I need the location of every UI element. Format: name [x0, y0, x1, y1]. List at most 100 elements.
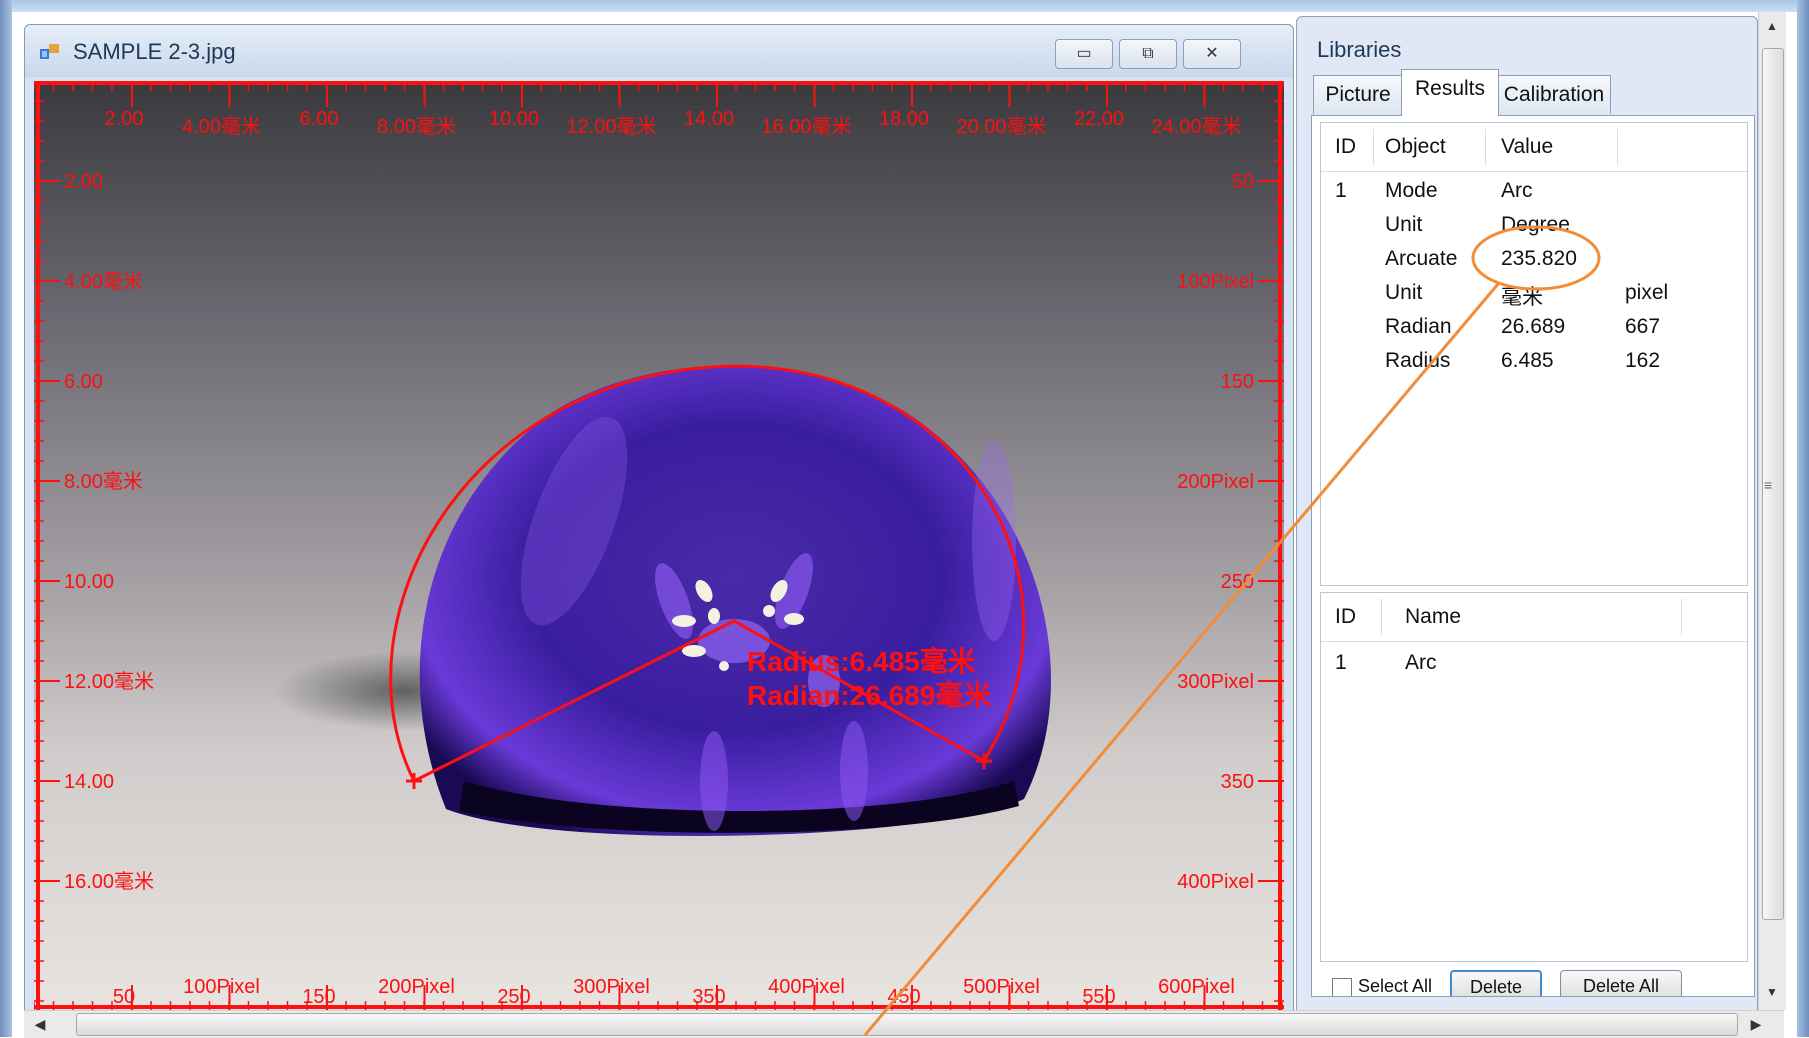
results-grid-header: ID Object Value — [1321, 123, 1747, 172]
select-all-checkbox[interactable] — [1332, 978, 1352, 996]
ruler-bottom-tick-label: 450 — [887, 986, 920, 1008]
result-object: Unit — [1385, 281, 1423, 304]
desktop-frame-left — [0, 0, 12, 1037]
ruler-bottom-tick-label: 200Pixel — [378, 976, 455, 998]
objects-grid-header: ID Name — [1321, 593, 1747, 642]
ruler-top-tick-label: 4.00毫米 — [182, 115, 261, 138]
radius-measure-label: Radius:6.485毫米 — [747, 645, 976, 677]
ruler-left-tick-label: 14.00 — [64, 771, 114, 793]
scroll-left-icon[interactable]: ◀ — [30, 1013, 50, 1035]
delete-all-button[interactable]: Delete All — [1560, 970, 1682, 996]
restore-button[interactable]: ⧉ — [1119, 39, 1177, 69]
close-button[interactable]: ✕ — [1183, 39, 1241, 69]
objects-grid[interactable]: ID Name 1 Arc — [1320, 592, 1748, 962]
ruler-left-tick-label: 16.00毫米 — [64, 870, 154, 893]
scroll-right-icon[interactable]: ▶ — [1746, 1013, 1766, 1035]
grip-icon: ≡ — [1764, 477, 1773, 493]
result-object: Mode — [1385, 179, 1438, 202]
ruler-bottom-tick-label: 100Pixel — [183, 976, 260, 998]
ruler-right-tick-label: 200Pixel — [1177, 471, 1254, 493]
object-id: 1 — [1335, 651, 1347, 674]
ruler-top-tick-label: 18.00 — [879, 108, 929, 130]
minimize-button[interactable]: ▭ — [1055, 39, 1113, 69]
horizontal-scrollbar[interactable]: ◀ ▶ — [24, 1010, 1784, 1038]
result-extra: 162 — [1625, 349, 1661, 372]
image-canvas[interactable]: Radius:6.485毫米 Radian:26.689毫米 2.00 4.00毫… — [34, 81, 1284, 1011]
ruler-right-tick-label: 300Pixel — [1177, 671, 1254, 693]
radian-measure-label: Radian:26.689毫米 — [747, 679, 991, 711]
ruler-right-tick-label: 100Pixel — [1177, 271, 1254, 293]
ruler-left-tick-label: 8.00毫米 — [64, 470, 143, 493]
image-window-titlebar[interactable]: SAMPLE 2-3.jpg ▭ ⧉ ✕ — [25, 25, 1293, 77]
ruler-bottom-tick-label: 500Pixel — [963, 976, 1040, 998]
ruler-bottom-tick-label: 250 — [497, 986, 530, 1008]
column-header-id[interactable]: ID — [1335, 605, 1356, 629]
ruler-top-tick-label: 2.00 — [105, 108, 144, 130]
tab-results[interactable]: Results — [1401, 69, 1499, 116]
tab-picture[interactable]: Picture — [1313, 75, 1403, 114]
result-object: Arcuate — [1385, 247, 1458, 270]
delete-button[interactable]: Delete — [1450, 970, 1542, 996]
desktop-frame-right — [1797, 0, 1809, 1037]
result-object: Radius — [1385, 349, 1451, 372]
ruler-right-tick-label: 50 — [1232, 171, 1254, 193]
libraries-panel: Libraries Picture Results Calibration ID… — [1296, 16, 1758, 1012]
ruler-right-tick-label: 400Pixel — [1177, 871, 1254, 893]
select-all-label: Select All — [1358, 976, 1433, 996]
ruler-top-tick-label: 6.00 — [300, 108, 339, 130]
ruler-left-tick-label: 12.00毫米 — [64, 670, 154, 693]
ruler-top-tick-label: 16.00毫米 — [761, 115, 851, 138]
result-value: 毫米 — [1501, 286, 1543, 309]
result-object: Radian — [1385, 315, 1452, 338]
results-actions: Select All Delete Delete All — [1320, 966, 1746, 996]
horizontal-scroll-thumb[interactable] — [76, 1013, 1738, 1036]
ruler-right-tick-label: 250 — [1221, 571, 1254, 593]
desktop-frame-top — [0, 0, 1809, 12]
column-header-name[interactable]: Name — [1405, 605, 1461, 629]
object-name: Arc — [1405, 651, 1437, 674]
droplet-image: Radius:6.485毫米 Radian:26.689毫米 2.00 4.00毫… — [34, 81, 1284, 1011]
column-header-object[interactable]: Object — [1385, 135, 1446, 159]
result-id: 1 — [1335, 179, 1347, 202]
result-value: Degree — [1501, 213, 1570, 236]
ruler-left-tick-label: 10.00 — [64, 571, 114, 593]
result-value: Arc — [1501, 179, 1533, 202]
results-tab-body: ID Object Value 1 Mode Arc Unit Degree Arcuat… — [1311, 115, 1755, 997]
ruler-top-tick-label: 8.00毫米 — [377, 115, 456, 138]
image-window-title: SAMPLE 2-3.jpg — [73, 39, 236, 64]
column-header-value[interactable]: Value — [1501, 135, 1553, 159]
ruler-bottom-tick-label: 400Pixel — [768, 976, 845, 998]
result-extra: pixel — [1625, 281, 1669, 304]
ruler-bottom-tick-label: 550 — [1082, 986, 1115, 1008]
result-object: Unit — [1385, 213, 1423, 236]
ruler-left-tick-label: 2.00 — [64, 171, 103, 193]
libraries-title: Libraries — [1317, 37, 1402, 62]
ruler-top-tick-label: 12.00毫米 — [566, 115, 656, 138]
result-value: 6.485 — [1501, 349, 1554, 372]
ruler-left-tick-label: 4.00毫米 — [64, 270, 143, 293]
result-extra: 667 — [1625, 315, 1661, 338]
ruler-bottom-tick-label: 150 — [302, 986, 335, 1008]
tab-calibration[interactable]: Calibration — [1497, 75, 1611, 114]
scroll-down-icon[interactable]: ▼ — [1761, 982, 1783, 1002]
ruler-top-tick-label: 20.00毫米 — [956, 115, 1046, 138]
ruler-bottom-tick-label: 300Pixel — [573, 976, 650, 998]
ruler-bottom-tick-label: 600Pixel — [1158, 976, 1235, 998]
results-grid[interactable]: ID Object Value 1 Mode Arc Unit Degree Arcuat… — [1320, 122, 1748, 586]
ruler-bottom-tick-label: 50 — [113, 986, 135, 1008]
ruler-top-tick-label: 14.00 — [684, 108, 734, 130]
image-window: SAMPLE 2-3.jpg ▭ ⧉ ✕ Radius:6.485毫米 Radi… — [24, 24, 1294, 1016]
ruler-right-tick-label: 150 — [1221, 371, 1254, 393]
ruler-top-tick-label: 10.00 — [489, 108, 539, 130]
vertical-scrollbar[interactable]: ▲ ≡ ▼ — [1758, 12, 1786, 1010]
ruler-top-tick-label: 22.00 — [1074, 108, 1124, 130]
ruler-right-tick-label: 350 — [1221, 771, 1254, 793]
result-value: 235.820 — [1501, 247, 1577, 270]
column-header-id[interactable]: ID — [1335, 135, 1356, 159]
ruler-bottom-tick-label: 350 — [692, 986, 725, 1008]
ruler-left-tick-label: 6.00 — [64, 371, 103, 393]
ruler-top-tick-label: 24.00毫米 — [1151, 115, 1241, 138]
scroll-up-icon[interactable]: ▲ — [1761, 16, 1783, 36]
result-value: 26.689 — [1501, 315, 1566, 338]
app-icon — [40, 44, 59, 59]
